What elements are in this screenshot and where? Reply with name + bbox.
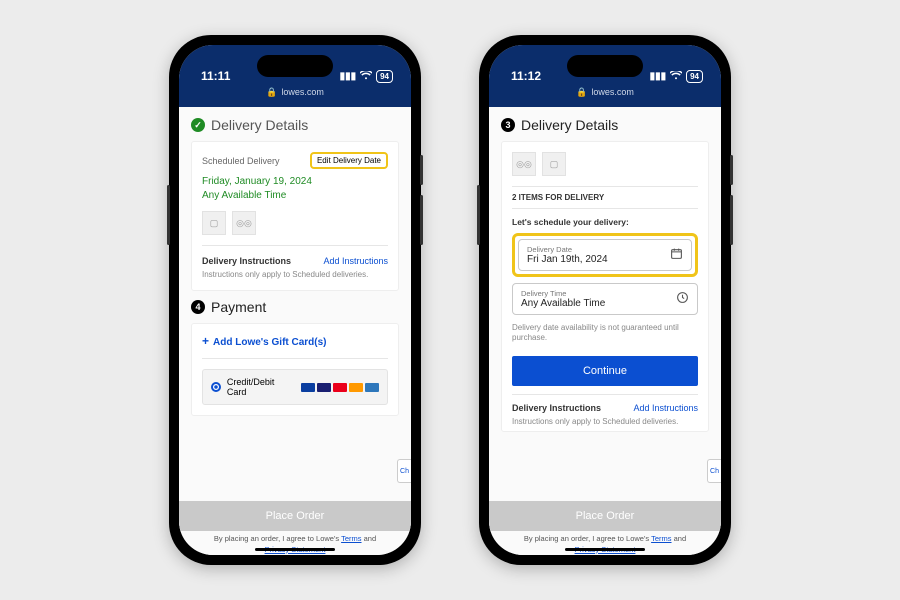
item-thumb[interactable]: ▢	[542, 152, 566, 176]
delivery-time: Any Available Time	[202, 189, 388, 203]
items-for-delivery: 2 ITEMS FOR DELIVERY	[512, 193, 698, 202]
delivery-date-field[interactable]: Delivery Date Fri Jan 19th, 2024	[518, 239, 692, 271]
delivery-title: Delivery Details	[521, 117, 618, 133]
step-number: 3	[501, 118, 515, 132]
delivery-section-header: ✓ Delivery Details	[191, 117, 399, 133]
field-label: Delivery Date	[527, 245, 608, 254]
delivery-date: Friday, January 19, 2024	[202, 175, 388, 189]
radio-selected-icon	[211, 382, 221, 392]
url-text: lowes.com	[591, 87, 634, 97]
instructions-note: Instructions only apply to Scheduled del…	[202, 270, 388, 280]
field-value: Any Available Time	[521, 298, 605, 309]
status-indicators: ▮▮▮ 94	[340, 70, 393, 83]
availability-note: Delivery date availability is not guaran…	[512, 323, 698, 344]
dynamic-island	[567, 55, 643, 77]
terms-text: By placing an order, I agree to Lowe's T…	[179, 531, 411, 555]
signal-icon: ▮▮▮	[340, 71, 357, 82]
home-indicator[interactable]	[255, 548, 335, 551]
chat-tab[interactable]: Ch	[707, 459, 721, 483]
delivery-time-field[interactable]: Delivery Time Any Available Time	[512, 283, 698, 315]
phone-side-button	[477, 185, 480, 245]
delivery-card: Scheduled Delivery Edit Delivery Date Fr…	[191, 141, 399, 291]
credit-debit-label: Credit/Debit Card	[227, 377, 295, 397]
edit-delivery-date-link[interactable]: Edit Delivery Date	[310, 152, 388, 169]
add-instructions-link[interactable]: Add Instructions	[323, 256, 388, 266]
battery-icon: 94	[686, 70, 703, 83]
phone-side-button	[730, 195, 733, 245]
phone-side-button	[420, 195, 423, 245]
lock-icon: 🔒	[576, 87, 587, 98]
place-order-button[interactable]: Place Order	[179, 501, 411, 531]
item-thumb[interactable]: ▢	[202, 211, 226, 235]
page-content: 3 Delivery Details ◎◎ ▢ 2 ITEMS FOR DELI…	[489, 107, 721, 555]
payment-section-header: 4 Payment	[191, 299, 399, 315]
add-instructions-link[interactable]: Add Instructions	[633, 403, 698, 413]
field-value: Fri Jan 19th, 2024	[527, 254, 608, 265]
card-logos	[301, 383, 379, 392]
delivery-card: ◎◎ ▢ 2 ITEMS FOR DELIVERY Let's schedule…	[501, 141, 709, 432]
phone-left: 11:11 ▮▮▮ 94 🔒 lowes.com ✓ Delivery Deta…	[169, 35, 421, 565]
url-bar[interactable]: 🔒 lowes.com	[179, 87, 411, 107]
phone-side-button	[730, 155, 733, 185]
delivery-section-header: 3 Delivery Details	[501, 117, 709, 133]
plus-icon: +	[202, 334, 209, 348]
lock-icon: 🔒	[266, 87, 277, 98]
clock-icon	[676, 291, 689, 307]
terms-link[interactable]: Terms	[651, 534, 671, 543]
calendar-icon	[670, 247, 683, 263]
check-icon: ✓	[191, 118, 205, 132]
chat-tab[interactable]: Ch	[397, 459, 411, 483]
url-text: lowes.com	[281, 87, 324, 97]
status-time: 11:11	[201, 69, 230, 83]
payment-title: Payment	[211, 299, 266, 315]
url-bar[interactable]: 🔒 lowes.com	[489, 87, 721, 107]
instructions-note: Instructions only apply to Scheduled del…	[512, 417, 698, 427]
item-thumb[interactable]: ◎◎	[232, 211, 256, 235]
screen-right: 11:12 ▮▮▮ 94 🔒 lowes.com 3 Delivery Deta…	[489, 45, 721, 555]
item-thumbnails: ▢ ◎◎	[202, 211, 388, 235]
payment-card: +Add Lowe's Gift Card(s) Credit/Debit Ca…	[191, 323, 399, 416]
terms-link[interactable]: Terms	[341, 534, 361, 543]
delivery-instructions-label: Delivery Instructions	[512, 403, 601, 413]
schedule-prompt: Let's schedule your delivery:	[512, 217, 698, 227]
item-thumb[interactable]: ◎◎	[512, 152, 536, 176]
continue-button[interactable]: Continue	[512, 356, 698, 386]
item-thumbnails: ◎◎ ▢	[512, 152, 698, 176]
terms-text: By placing an order, I agree to Lowe's T…	[489, 531, 721, 555]
phone-side-button	[420, 155, 423, 185]
status-time: 11:12	[511, 69, 541, 83]
phone-side-button	[167, 185, 170, 245]
add-gift-card-link[interactable]: +Add Lowe's Gift Card(s)	[202, 334, 388, 348]
delivery-date-highlight: Delivery Date Fri Jan 19th, 2024	[512, 233, 698, 277]
status-indicators: ▮▮▮ 94	[650, 70, 703, 83]
place-order-button[interactable]: Place Order	[489, 501, 721, 531]
scheduled-delivery-label: Scheduled Delivery	[202, 156, 280, 166]
step-number: 4	[191, 300, 205, 314]
phone-right: 11:12 ▮▮▮ 94 🔒 lowes.com 3 Delivery Deta…	[479, 35, 731, 565]
wifi-icon	[670, 71, 682, 83]
screen-left: 11:11 ▮▮▮ 94 🔒 lowes.com ✓ Delivery Deta…	[179, 45, 411, 555]
signal-icon: ▮▮▮	[650, 71, 667, 82]
delivery-title: Delivery Details	[211, 117, 308, 133]
wifi-icon	[360, 71, 372, 83]
credit-debit-option[interactable]: Credit/Debit Card	[202, 369, 388, 405]
field-label: Delivery Time	[521, 289, 605, 298]
battery-icon: 94	[376, 70, 393, 83]
home-indicator[interactable]	[565, 548, 645, 551]
dynamic-island	[257, 55, 333, 77]
delivery-instructions-label: Delivery Instructions	[202, 256, 291, 266]
page-content: ✓ Delivery Details Scheduled Delivery Ed…	[179, 107, 411, 555]
